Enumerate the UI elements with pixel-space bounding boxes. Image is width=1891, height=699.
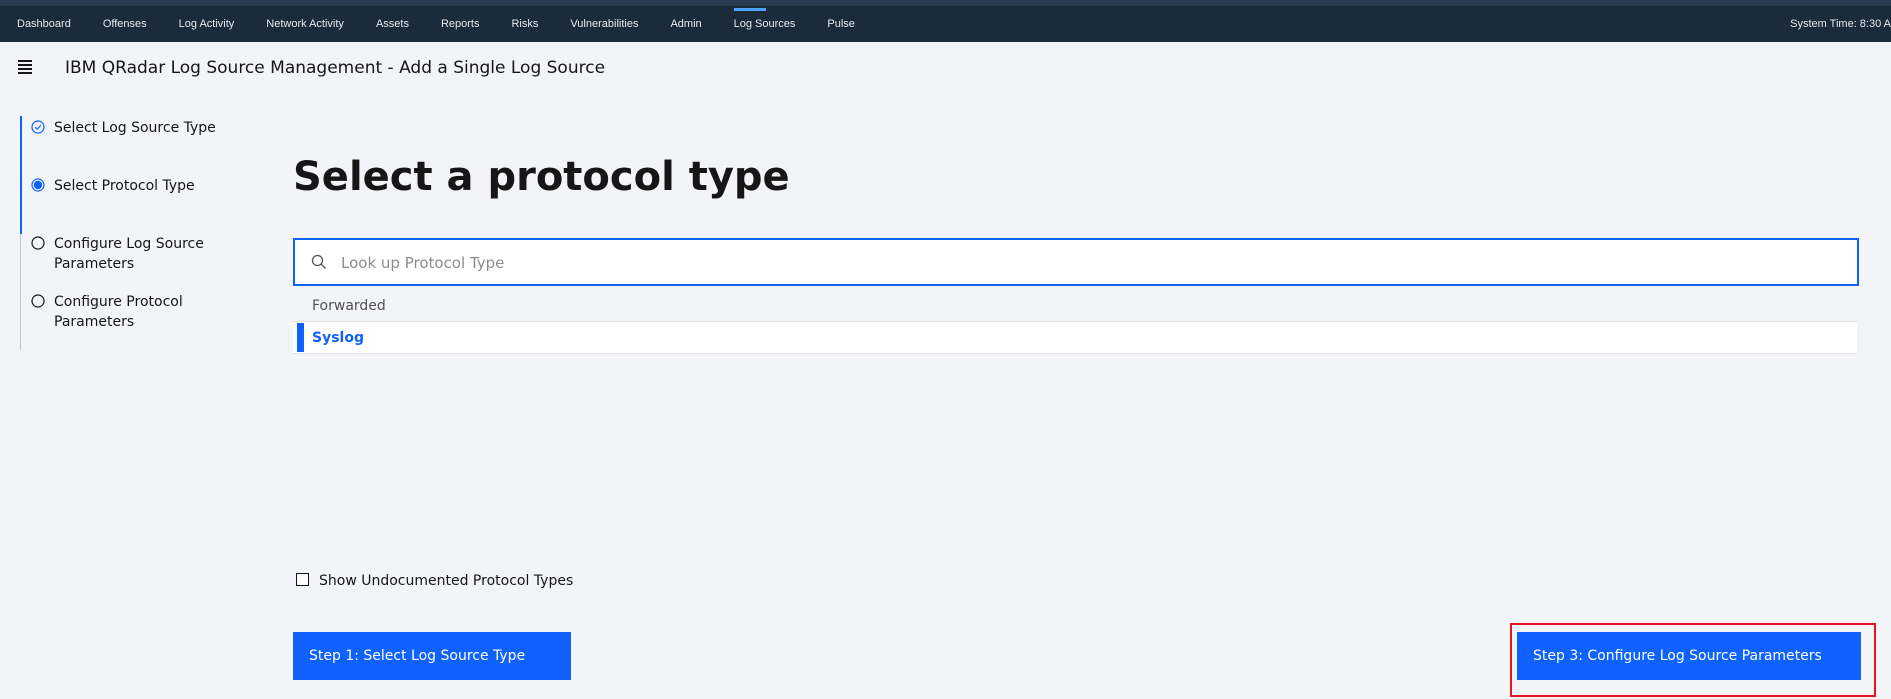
step-label: Configure Protocol Parameters [54, 294, 183, 330]
main-heading: Select a protocol type [293, 154, 790, 200]
protocol-option-syslog[interactable]: Syslog [293, 322, 1857, 354]
protocol-option-forwarded[interactable]: Forwarded [293, 290, 1857, 322]
show-undocumented-label: Show Undocumented Protocol Types [319, 573, 574, 589]
next-step-button[interactable]: Step 3: Configure Log Source Parameters [1517, 632, 1861, 680]
show-undocumented-checkbox[interactable] [296, 573, 309, 586]
page-title: IBM QRadar Log Source Management - Add a… [65, 58, 606, 78]
nav-admin[interactable]: Admin [654, 6, 717, 42]
nav-network-activity[interactable]: Network Activity [250, 6, 360, 42]
system-time: System Time: 8:30 A [1790, 18, 1891, 30]
step-label: Select Protocol Type [54, 178, 195, 194]
progress-steps: Select Log Source Type Select Protocol T… [20, 116, 241, 350]
incomplete-step-icon [31, 294, 45, 308]
nav-vulnerabilities[interactable]: Vulnerabilities [554, 6, 654, 42]
protocol-list: Forwarded Syslog [293, 290, 1857, 354]
nav-dashboard[interactable]: Dashboard [0, 6, 87, 42]
nav-assets[interactable]: Assets [360, 6, 425, 42]
current-step-icon [31, 178, 45, 192]
nav-log-activity[interactable]: Log Activity [163, 6, 251, 42]
checkmark-circle-icon [31, 120, 45, 134]
nav-reports[interactable]: Reports [425, 6, 496, 42]
hamburger-menu-icon[interactable] [18, 60, 32, 74]
search-icon [311, 254, 326, 269]
protocol-search-input[interactable] [339, 248, 1843, 278]
step-label: Select Log Source Type [54, 120, 216, 136]
step-label: Configure Log Source Parameters [54, 236, 204, 272]
nav-log-sources[interactable]: Log Sources [718, 6, 812, 42]
protocol-search-box [293, 238, 1859, 286]
nav-risks[interactable]: Risks [495, 6, 554, 42]
main-nav: Dashboard Offenses Log Activity Network … [0, 6, 871, 42]
highlight-box: Step 3: Configure Log Source Parameters [1510, 623, 1876, 697]
incomplete-step-icon [31, 236, 45, 250]
nav-pulse[interactable]: Pulse [811, 6, 871, 42]
nav-offenses[interactable]: Offenses [87, 6, 163, 42]
previous-step-button[interactable]: Step 1: Select Log Source Type [293, 632, 571, 680]
top-nav-bar: Dashboard Offenses Log Activity Network … [0, 0, 1891, 42]
steps-progress-bar [20, 116, 22, 234]
